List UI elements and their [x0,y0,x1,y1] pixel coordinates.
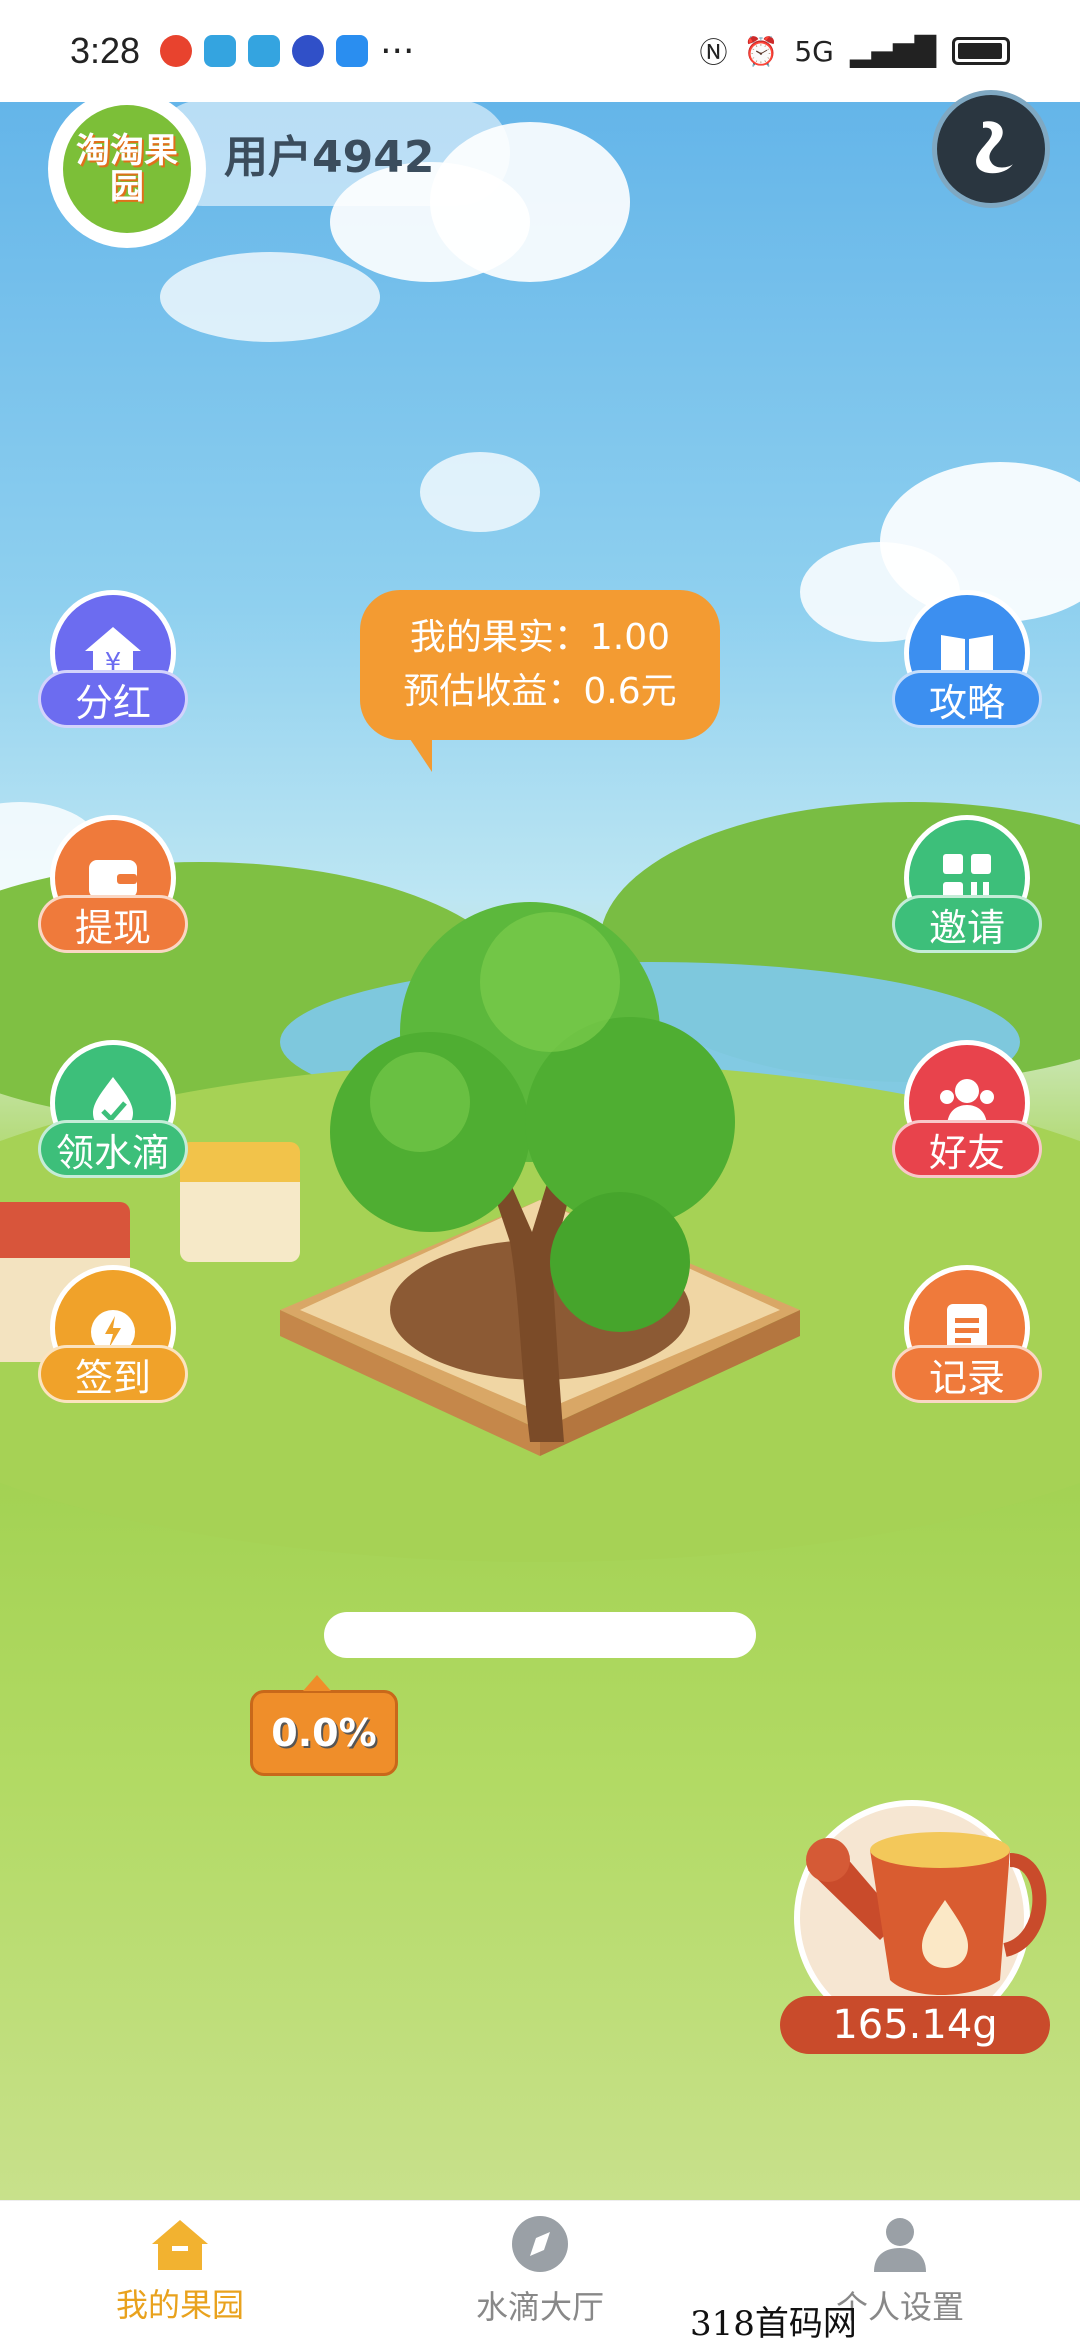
get-water-label: 领水滴 [38,1120,188,1178]
cloud [420,452,540,532]
growth-progress-bar [324,1612,756,1658]
user-icon [874,2217,926,2272]
username: 用户4942 [224,132,435,183]
app-logo: 淘淘果园 [48,90,206,248]
home-icon [152,2219,208,2270]
logo-text: 淘淘果园 [76,131,178,207]
music-note-icon [976,121,1013,174]
withdraw-button[interactable]: 提现 [38,815,188,965]
nfc-icon: Ⓝ [699,36,728,69]
growth-percent: 0.0% [271,1711,377,1755]
fruit-info-bubble: 我的果实：1.00 预估收益：0.6元 [360,590,720,740]
system-icons: Ⓝ ⏰ 5G ▂▄▆█ [699,31,1010,71]
battery-icon [952,37,1010,65]
invite-label: 邀请 [892,895,1042,953]
fruit-tree [330,902,735,1442]
status-time: 3:28 [70,30,141,71]
nav-label: 我的果园 [115,2285,244,2324]
telegram-icon [204,35,237,67]
watermark: 318首码网 www.e318.com [690,2304,857,2340]
nav-water-hall[interactable]: 水滴大厅 [360,2201,720,2340]
music-toggle-button[interactable] [932,90,1050,208]
watering-button[interactable]: 165.14g [780,1800,1060,2070]
signal-label: 5G [794,34,834,68]
logo-badge: 淘淘果园 [63,105,191,233]
tieba-icon [292,35,325,67]
dividend-label: 分红 [38,670,188,728]
browser-icon [336,35,369,67]
watering-can-icon [806,1832,1047,1995]
checkin-label: 签到 [38,1345,188,1403]
bubble-tail [408,736,432,772]
alarm-icon: ⏰ [743,34,779,68]
records-label: 记录 [892,1345,1042,1403]
water-amount: 165.14g [780,1996,1050,2054]
checkin-button[interactable]: 签到 [38,1265,188,1415]
weibo-icon [160,35,193,67]
withdraw-label: 提现 [38,895,188,953]
more-notifications: ··· [380,30,415,72]
friends-label: 好友 [892,1120,1042,1178]
estimated-income-text: 预估收益：0.6元 [403,671,677,712]
dividend-button[interactable]: ¥ 分红 [38,590,188,740]
growth-percent-badge: 0.0% [250,1675,398,1776]
get-water-button[interactable]: 领水滴 [38,1040,188,1190]
status-bar: 3:28 ··· Ⓝ ⏰ 5G ▂▄▆█ [0,0,1080,102]
signal-icon: ▂▄▆█ [849,34,936,68]
invite-button[interactable]: 邀请 [892,815,1042,965]
compass-icon [512,2215,568,2272]
records-button[interactable]: 记录 [892,1265,1042,1415]
nav-my-orchard[interactable]: 我的果园 [0,2201,360,2340]
nav-label: 水滴大厅 [475,2287,604,2326]
guide-button[interactable]: 攻略 [892,590,1042,740]
cloud [160,252,380,342]
friends-button[interactable]: 好友 [892,1040,1042,1190]
guide-label: 攻略 [892,670,1042,728]
my-fruit-text: 我的果实：1.00 [409,617,671,658]
telegram-icon [248,35,281,67]
notification-icons: ··· [160,31,414,72]
